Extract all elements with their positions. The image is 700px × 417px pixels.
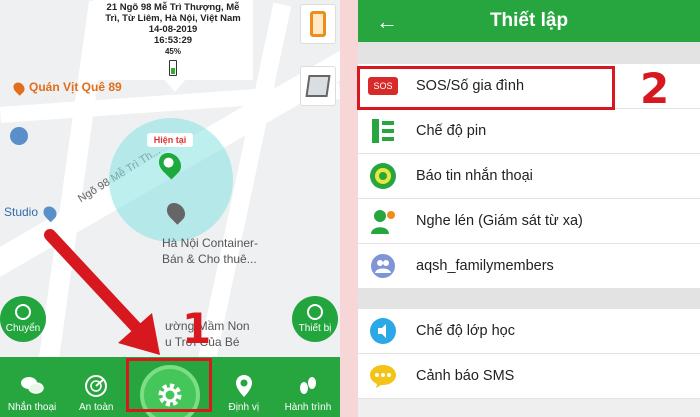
settings-highlight-box (126, 358, 212, 412)
panel-divider (340, 0, 358, 417)
chat-icon (20, 374, 44, 398)
settings-item-battery-mode-label: Chế độ pin (416, 123, 487, 139)
nav-journey-label: Hành trình (284, 402, 332, 413)
location-info-card: 21 Ngõ 98 Mễ Trì Thượng, Mễ Trì, Từ Liêm… (93, 0, 253, 80)
nav-location[interactable]: Định vị (212, 357, 276, 417)
poi-studio[interactable]: Studio (4, 203, 60, 223)
step-number-2: 2 (640, 64, 670, 113)
voice-message-icon (368, 161, 398, 191)
nav-safety-label: An toàn (78, 402, 114, 413)
settings-item-remote-listen-label: Nghe lén (Giám sát từ xa) (416, 213, 583, 229)
settings-header: ← Thiết lập (358, 0, 700, 42)
map-layer-button[interactable] (300, 66, 336, 106)
family-members-icon (368, 251, 398, 281)
settings-item-class-mode[interactable]: Chế độ lớp học (358, 309, 700, 354)
poi-studio-label: Studio (4, 205, 39, 219)
settings-item-voice-message[interactable]: Báo tin nhắn thoại (358, 154, 700, 199)
location-pin-icon (232, 374, 256, 398)
settings-item-sms-alert-label: Cảnh báo SMS (416, 368, 515, 384)
nav-voice-chat[interactable]: Nhắn thoại (0, 357, 64, 417)
nav-voice-chat-label: Nhắn thoại (7, 402, 57, 413)
device-view-button[interactable] (300, 4, 336, 44)
section-gap (358, 42, 700, 64)
map-screen: Ngõ 98 Mễ Trì Th... 21 Ngõ 98 Mễ Trì Thư… (0, 0, 340, 417)
settings-item-sms-alert[interactable]: Cảnh báo SMS (358, 354, 700, 399)
radar-icon (84, 374, 108, 398)
address-line-2: Trì, Từ Liêm, Hà Nội, Việt Nam (105, 13, 241, 24)
settings-item-battery-mode[interactable]: Chế độ pin (358, 109, 700, 154)
red-arrow-annotation (44, 229, 160, 355)
section-gap (358, 289, 700, 309)
restaurant-pin-icon (11, 80, 27, 96)
switch-icon (15, 304, 31, 320)
switch-device-label: Chuyển (5, 323, 41, 334)
footprints-icon (296, 374, 320, 398)
current-location-badge: Hiện tại (147, 133, 193, 147)
settings-item-class-mode-label: Chế độ lớp học (416, 323, 515, 339)
sos-highlight-box (357, 66, 615, 110)
remote-listen-icon (368, 206, 398, 236)
settings-item-voice-message-label: Báo tin nhắn thoại (416, 168, 533, 184)
poi-restaurant[interactable]: Quán Vịt Quê 89 (11, 80, 122, 96)
settings-item-remote-listen[interactable]: Nghe lén (Giám sát từ xa) (358, 199, 700, 244)
class-mode-icon (368, 316, 398, 346)
address-line-1: 21 Ngõ 98 Mễ Trì Thượng, Mễ (106, 2, 240, 13)
nav-journey[interactable]: Hành trình (276, 357, 340, 417)
poi-restaurant-label: Quán Vịt Quê 89 (29, 80, 122, 94)
settings-item-family-members-label: aqsh_familymembers (416, 258, 554, 274)
battery-mode-icon (368, 116, 398, 146)
info-date: 14-08-2019 (148, 24, 198, 35)
info-time: 16:53:29 (153, 35, 193, 46)
battery-percent: 45% (164, 47, 181, 56)
battery-icon (169, 60, 177, 76)
devices-button[interactable]: Thiết bị (292, 296, 338, 342)
settings-screen: ← Thiết lập SOS SOS/Số gia đình Chế độ p… (358, 0, 700, 417)
step-number-1: 1 (182, 304, 212, 353)
devices-label: Thiết bị (298, 323, 332, 334)
devices-icon (307, 304, 323, 320)
settings-item-family-members[interactable]: aqsh_familymembers (358, 244, 700, 289)
phone-icon (310, 11, 326, 37)
info-card-pointer (163, 78, 187, 92)
page-title: Thiết lập (489, 10, 569, 31)
sms-alert-icon (368, 361, 398, 391)
nav-safety[interactable]: An toàn (64, 357, 128, 417)
nav-location-label: Định vị (228, 402, 260, 413)
graduation-cap-icon[interactable] (10, 127, 28, 145)
map-layer-icon (305, 75, 331, 97)
